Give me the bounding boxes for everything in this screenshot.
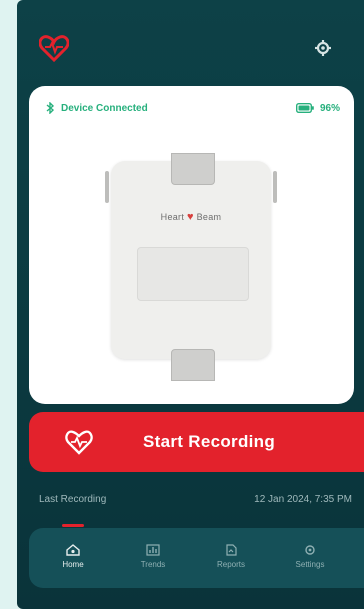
active-tab-indicator (62, 524, 84, 527)
brand-right-text: Beam (196, 212, 222, 222)
brand-left-text: Heart (160, 212, 185, 222)
device-card: Device Connected 96% Heart ♥ Beam (29, 86, 354, 404)
battery-status: 96% (295, 102, 340, 114)
device-top-clip (171, 153, 215, 185)
nav-label-trends: Trends (140, 560, 166, 569)
app-screen: Device Connected 96% Heart ♥ Beam Start … (17, 0, 364, 609)
gear-icon (305, 545, 315, 555)
heart-logo-icon (39, 35, 69, 62)
device-brand: Heart ♥ Beam (111, 211, 271, 223)
last-recording-label: Last Recording (39, 494, 107, 505)
report-icon (226, 544, 237, 556)
nav-item-home[interactable]: Home (43, 544, 103, 569)
nav-item-reports[interactable]: Reports (201, 544, 261, 569)
heart-pulse-icon (65, 430, 93, 455)
nav-label-home: Home (62, 560, 84, 569)
brand-heart-icon: ♥ (186, 211, 194, 223)
bluetooth-icon (46, 102, 55, 114)
device-side-tab (273, 171, 277, 203)
device-side-tab (105, 171, 109, 203)
nav-item-settings[interactable]: Settings (280, 544, 340, 569)
bottom-nav: Home Trends Reports Settings (29, 524, 364, 588)
nav-label-reports: Reports (216, 560, 245, 569)
device-image: Heart ♥ Beam (105, 153, 277, 381)
battery-level: 96% (319, 102, 340, 114)
connection-status: Device Connected (45, 102, 148, 114)
last-recording-row: Last Recording 12 Jan 2024, 7:35 PM (39, 494, 352, 505)
nav-label-settings: Settings (295, 560, 325, 569)
gear-icon[interactable] (313, 38, 333, 58)
start-recording-label: Start Recording (143, 432, 276, 451)
start-recording-button[interactable]: Start Recording (29, 412, 364, 472)
device-bottom-clip (171, 349, 215, 381)
chart-icon (146, 544, 160, 556)
device-panel (137, 247, 249, 301)
connection-status-text: Device Connected (61, 102, 148, 114)
battery-icon (295, 103, 314, 113)
device-status-row: Device Connected 96% (45, 100, 340, 116)
nav-item-trends[interactable]: Trends (123, 544, 183, 569)
last-recording-time: 12 Jan 2024, 7:35 PM (254, 494, 352, 505)
home-icon (66, 544, 80, 556)
